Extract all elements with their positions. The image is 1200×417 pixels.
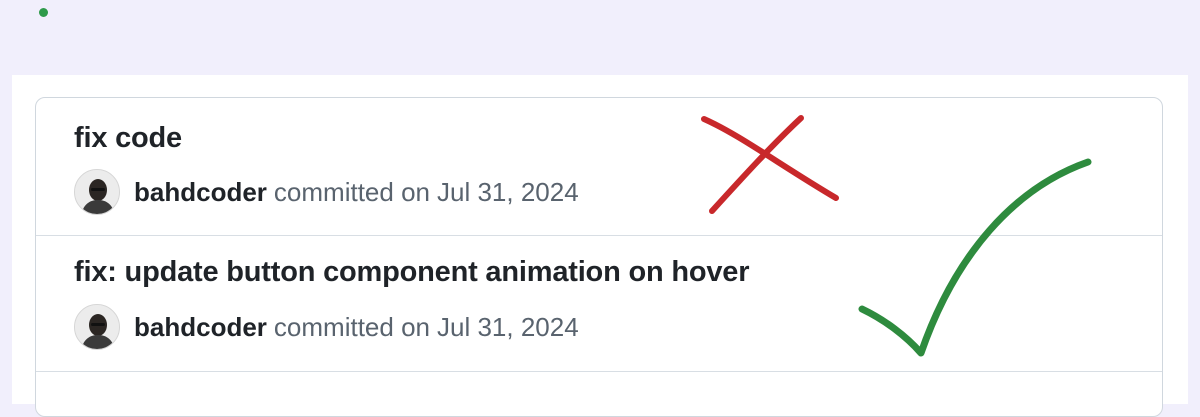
avatar[interactable]	[74, 304, 120, 350]
commit-date[interactable]: Jul 31, 2024	[437, 312, 579, 343]
commit-row[interactable]: fix: update button component animation o…	[36, 236, 1162, 372]
commit-row[interactable]: fix code bahdcoder committed on Jul 31, …	[36, 98, 1162, 236]
commit-meta: bahdcoder committed on Jul 31, 2024	[74, 169, 579, 215]
commit-author-link[interactable]: bahdcoder	[134, 312, 267, 343]
commit-action-text: committed on	[273, 311, 430, 342]
commit-action-text: committed on	[273, 176, 430, 207]
commit-title[interactable]: fix: update button component animation o…	[74, 256, 750, 289]
commit-list: fix code bahdcoder committed on Jul 31, …	[35, 97, 1163, 417]
commit-row-partial	[36, 372, 1162, 416]
status-dot	[39, 8, 48, 17]
commit-title[interactable]: fix code	[74, 122, 182, 155]
commit-meta: bahdcoder committed on Jul 31, 2024	[74, 304, 579, 350]
avatar[interactable]	[74, 169, 120, 215]
commit-date[interactable]: Jul 31, 2024	[437, 177, 579, 208]
commit-author-link[interactable]: bahdcoder	[134, 177, 267, 208]
